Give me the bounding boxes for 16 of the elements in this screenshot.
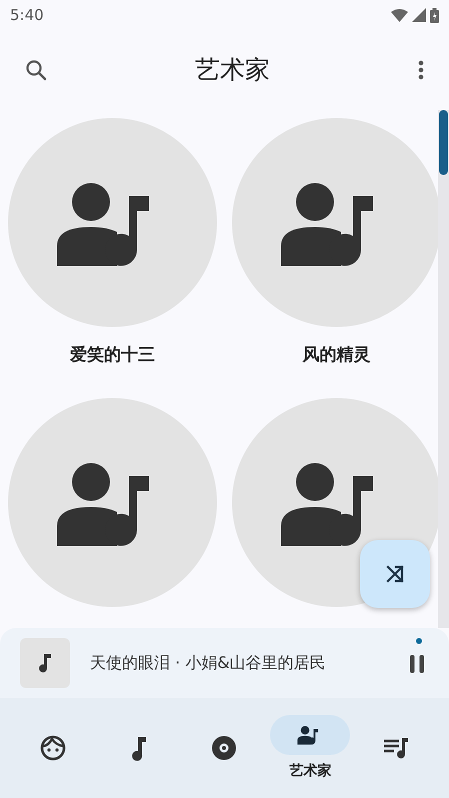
wifi-icon [391,8,408,22]
album-art [20,638,70,688]
disc-icon [211,735,238,761]
artist-name[interactable]: 风的精灵 [302,343,370,368]
status-time: 5:40 [10,4,44,26]
artist-name[interactable]: 爱笑的十三 [70,343,155,368]
progress-dot-icon [416,638,422,644]
battery-icon [430,8,439,22]
scrollbar-thumb[interactable] [439,110,448,175]
screen-title: 艺术家 [195,54,270,86]
shuffle-button[interactable] [360,540,430,608]
signal-icon [412,8,426,22]
scrollbar-track[interactable] [438,110,449,628]
playlist-icon [383,737,410,759]
pause-icon [407,652,427,675]
face-icon [40,735,66,761]
